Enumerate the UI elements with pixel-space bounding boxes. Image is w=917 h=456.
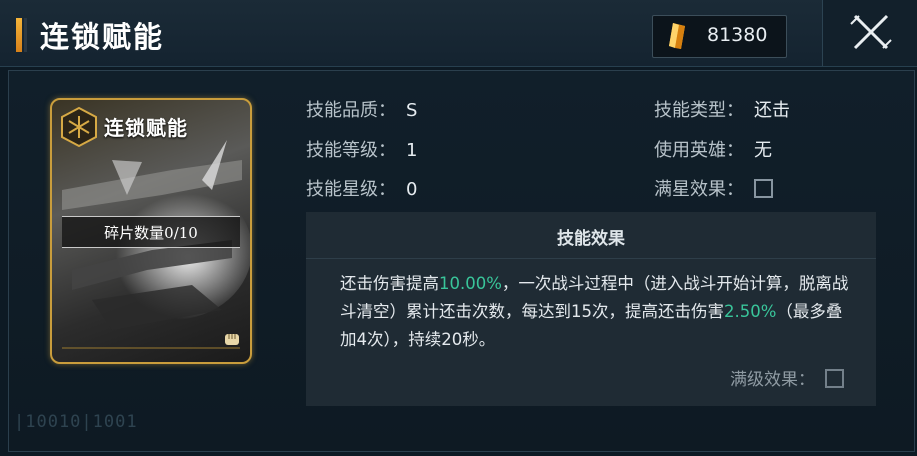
fist-icon xyxy=(225,334,239,345)
full-star-checkbox[interactable] xyxy=(754,179,773,198)
watermark-text: |10010|1001 xyxy=(14,412,138,432)
full-star-label: 满星效果： xyxy=(654,179,744,200)
title-accent-bar xyxy=(16,18,22,52)
header-bar: 连锁赋能 81380 xyxy=(0,0,917,67)
card-name: 连锁赋能 xyxy=(104,116,188,140)
full-star-row: 满星效果： xyxy=(654,175,773,201)
skill-star-value: 0 xyxy=(406,179,418,200)
skill-type-value: 还击 xyxy=(754,100,790,121)
fragment-bar: 碎片数量0/10 xyxy=(62,216,240,248)
hero-label: 使用英雄： xyxy=(654,140,744,161)
close-icon[interactable] xyxy=(849,10,893,54)
skill-level-label: 技能等级： xyxy=(306,140,396,161)
crystal-icon xyxy=(669,23,685,49)
skill-level-value: 1 xyxy=(406,140,418,161)
skill-effect-description: 还击伤害提高10.00%，一次战斗过程中（进入战斗开始计算，脱离战斗清空）累计还… xyxy=(340,270,850,354)
effect-text-part-1: 还击伤害提高 xyxy=(340,274,439,293)
hero-value: 无 xyxy=(754,140,772,161)
skill-effect-panel: 技能效果 还击伤害提高10.00%，一次战斗过程中（进入战斗开始计算，脱离战斗清… xyxy=(306,212,876,406)
max-level-label: 满级效果： xyxy=(730,370,815,390)
skill-star-label: 技能星级： xyxy=(306,179,396,200)
divider xyxy=(306,258,876,259)
currency-value: 81380 xyxy=(707,24,768,46)
max-level-checkbox[interactable] xyxy=(825,369,844,388)
skill-type-label: 技能类型： xyxy=(654,100,744,121)
skill-effect-title: 技能效果 xyxy=(557,229,625,249)
effect-highlight-value-1: 10.00% xyxy=(439,274,502,293)
hero-row: 使用英雄： 无 xyxy=(654,136,772,162)
skill-card[interactable]: 连锁赋能 碎片数量0/10 xyxy=(50,98,252,364)
skill-type-row: 技能类型： 还击 xyxy=(654,96,790,122)
max-level-row: 满级效果： xyxy=(730,365,844,390)
skill-quality-value: S xyxy=(406,100,418,121)
page-title: 连锁赋能 xyxy=(40,20,165,54)
effect-highlight-value-2: 2.50% xyxy=(724,302,777,321)
title-accent-bar-secondary xyxy=(24,18,27,52)
skill-level-row: 技能等级： 1 xyxy=(306,136,417,162)
close-area xyxy=(822,0,917,66)
currency-display[interactable]: 81380 xyxy=(652,15,787,58)
fragment-count: 碎片数量0/10 xyxy=(104,224,198,242)
skill-star-row: 技能星级： 0 xyxy=(306,175,417,201)
hexagon-emblem-icon xyxy=(61,106,97,148)
skill-quality-label: 技能品质： xyxy=(306,100,396,121)
skill-quality-row: 技能品质： S xyxy=(306,96,417,122)
